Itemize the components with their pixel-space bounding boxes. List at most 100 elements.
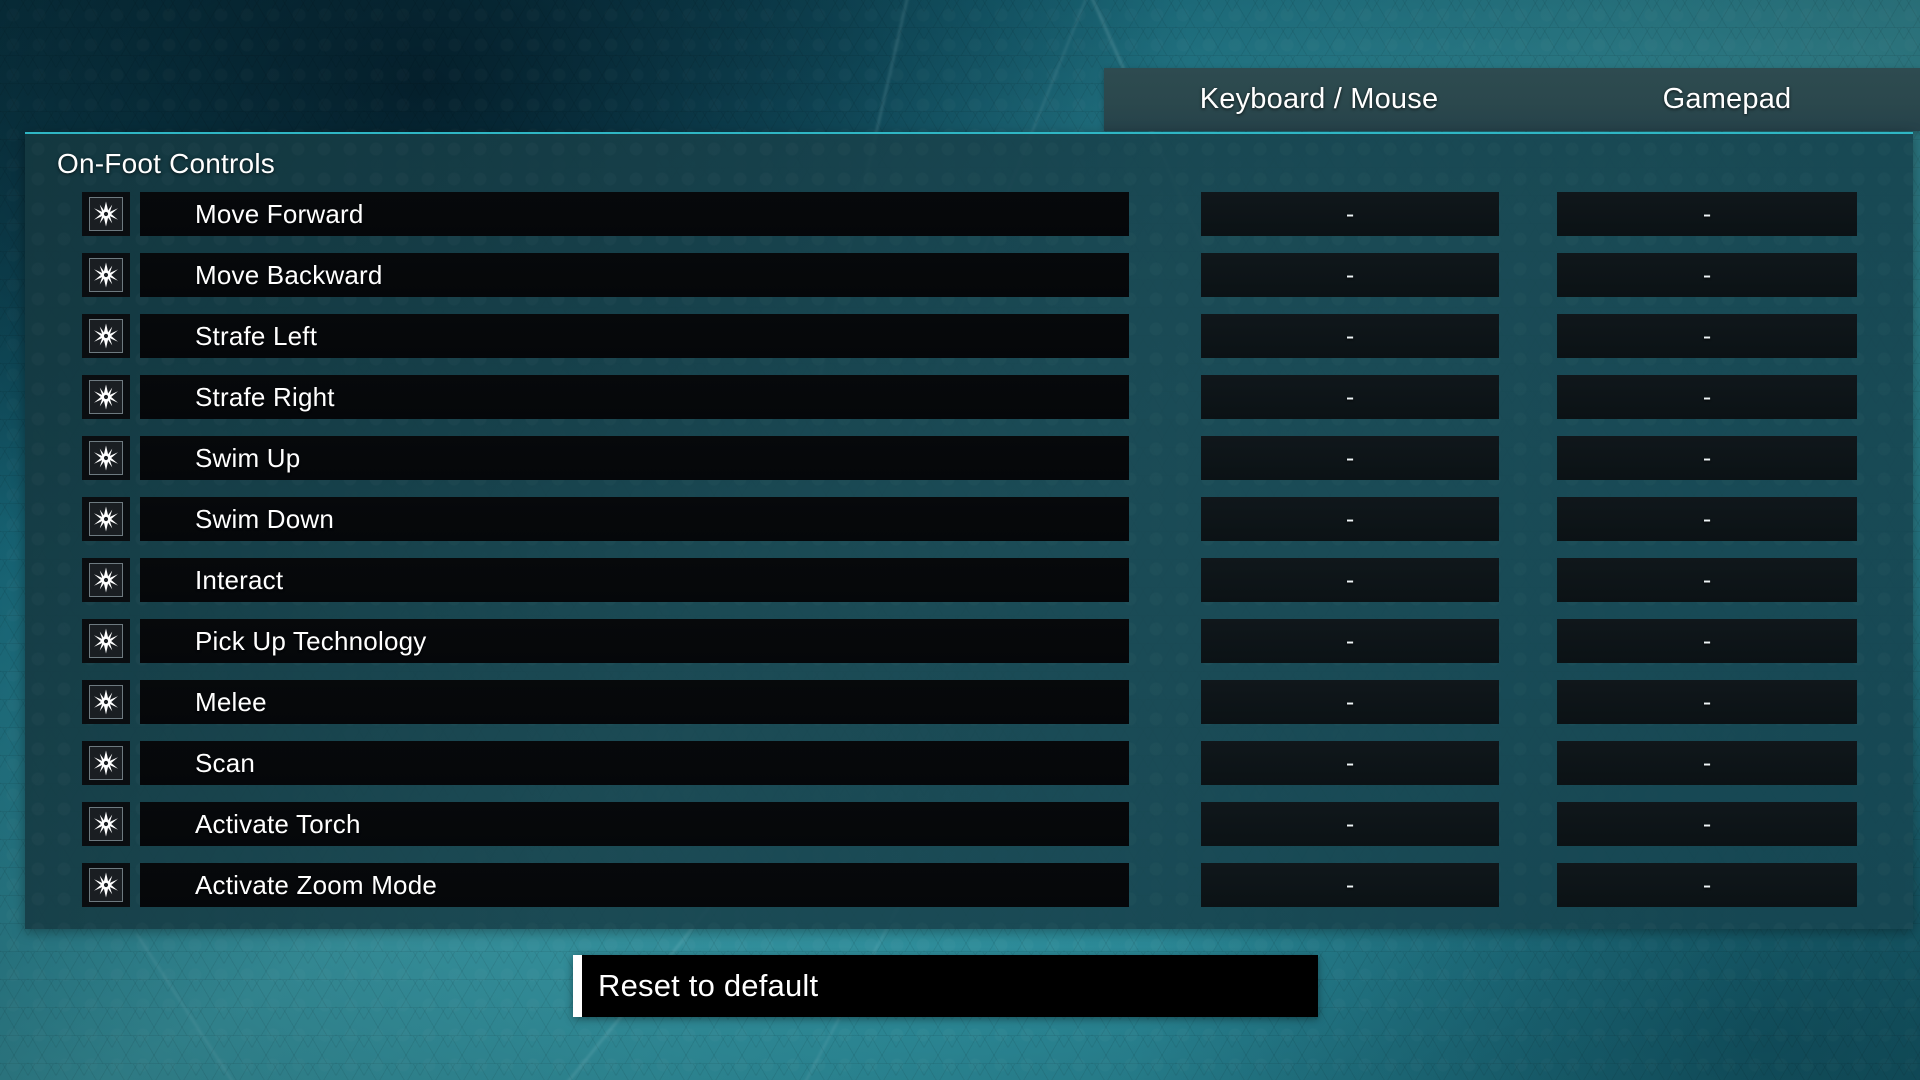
tab-keyboard-mouse[interactable]: Keyboard / Mouse [1104,68,1534,131]
table-row: Pick Up Technology - - [25,619,1913,663]
binding-value-gamepad: - [1702,870,1712,899]
action-label-cell[interactable]: Interact [140,558,1129,602]
binding-cell-gamepad[interactable]: - [1557,680,1857,724]
binding-cell-keyboard-mouse[interactable]: - [1201,741,1499,785]
binding-value-keyboard-mouse: - [1345,626,1355,655]
binding-value-gamepad: - [1702,565,1712,594]
binding-cell-gamepad[interactable]: - [1557,436,1857,480]
row-icon-button[interactable] [82,619,130,663]
table-row: Swim Down - - [25,497,1913,541]
eight-point-star-icon [89,746,123,780]
binding-value-gamepad: - [1702,687,1712,716]
binding-value-keyboard-mouse: - [1345,565,1355,594]
reset-to-default-button[interactable]: Reset to default [573,955,1318,1017]
binding-cell-keyboard-mouse[interactable]: - [1201,192,1499,236]
eight-point-star-icon [89,868,123,902]
binding-cell-keyboard-mouse[interactable]: - [1201,863,1499,907]
action-label-cell[interactable]: Pick Up Technology [140,619,1129,663]
row-icon-button[interactable] [82,436,130,480]
action-label-cell[interactable]: Swim Down [140,497,1129,541]
binding-cell-keyboard-mouse[interactable]: - [1201,436,1499,480]
controls-panel: On-Foot Controls Move Forward - - Move Back… [25,132,1913,929]
action-label: Pick Up Technology [195,625,427,656]
binding-value-keyboard-mouse: - [1345,748,1355,777]
table-row: Interact - - [25,558,1913,602]
action-label: Activate Torch [195,808,361,839]
section-title: On-Foot Controls [57,148,275,179]
binding-cell-keyboard-mouse[interactable]: - [1201,619,1499,663]
binding-cell-gamepad[interactable]: - [1557,497,1857,541]
row-icon-button[interactable] [82,253,130,297]
action-label: Strafe Left [195,320,318,351]
action-label-cell[interactable]: Activate Torch [140,802,1129,846]
binding-cell-keyboard-mouse[interactable]: - [1201,314,1499,358]
binding-cell-gamepad[interactable]: - [1557,253,1857,297]
tab-keyboard-mouse-label: Keyboard / Mouse [1199,83,1439,115]
binding-cell-gamepad[interactable]: - [1557,375,1857,419]
binding-cell-gamepad[interactable]: - [1557,802,1857,846]
table-row: Swim Up - - [25,436,1913,480]
binding-cell-gamepad[interactable]: - [1557,741,1857,785]
action-label-cell[interactable]: Swim Up [140,436,1129,480]
eight-point-star-icon [89,380,123,414]
table-row: Move Backward - - [25,253,1913,297]
action-label-cell[interactable]: Strafe Right [140,375,1129,419]
table-row: Scan - - [25,741,1913,785]
reset-to-default-label: Reset to default [598,968,819,1003]
binding-value-gamepad: - [1702,260,1712,289]
binding-value-gamepad: - [1702,382,1712,411]
action-label: Scan [195,747,256,778]
binding-cell-gamepad[interactable]: - [1557,619,1857,663]
action-label: Melee [195,686,267,717]
binding-cell-keyboard-mouse[interactable]: - [1201,558,1499,602]
binding-cell-gamepad[interactable]: - [1557,192,1857,236]
eight-point-star-icon [89,197,123,231]
eight-point-star-icon [89,624,123,658]
action-label-cell[interactable]: Melee [140,680,1129,724]
binding-cell-gamepad[interactable]: - [1557,314,1857,358]
eight-point-star-icon [89,319,123,353]
action-label: Move Forward [195,198,364,229]
binding-cell-gamepad[interactable]: - [1557,558,1857,602]
binding-value-gamepad: - [1702,443,1712,472]
row-icon-button[interactable] [82,375,130,419]
binding-value-keyboard-mouse: - [1345,382,1355,411]
eight-point-star-icon [89,258,123,292]
eight-point-star-icon [89,441,123,475]
binding-cell-keyboard-mouse[interactable]: - [1201,680,1499,724]
row-icon-button[interactable] [82,802,130,846]
binding-value-gamepad: - [1702,809,1712,838]
action-label-cell[interactable]: Activate Zoom Mode [140,863,1129,907]
tab-gamepad[interactable]: Gamepad [1534,68,1920,131]
action-label-cell[interactable]: Move Backward [140,253,1129,297]
action-label-cell[interactable]: Strafe Left [140,314,1129,358]
binding-cell-keyboard-mouse[interactable]: - [1201,802,1499,846]
row-icon-button[interactable] [82,497,130,541]
binding-value-keyboard-mouse: - [1345,687,1355,716]
binding-value-keyboard-mouse: - [1345,321,1355,350]
binding-cell-gamepad[interactable]: - [1557,863,1857,907]
row-icon-button[interactable] [82,680,130,724]
action-label: Move Backward [195,259,383,290]
row-icon-button[interactable] [82,863,130,907]
row-icon-button[interactable] [82,741,130,785]
row-icon-button[interactable] [82,314,130,358]
action-label: Activate Zoom Mode [195,869,438,900]
binding-value-gamepad: - [1702,321,1712,350]
row-icon-button[interactable] [82,192,130,236]
binding-value-keyboard-mouse: - [1345,870,1355,899]
binding-value-keyboard-mouse: - [1345,443,1355,472]
binding-cell-keyboard-mouse[interactable]: - [1201,375,1499,419]
binding-cell-keyboard-mouse[interactable]: - [1201,253,1499,297]
table-row: Strafe Right - - [25,375,1913,419]
action-label-cell[interactable]: Scan [140,741,1129,785]
binding-cell-keyboard-mouse[interactable]: - [1201,497,1499,541]
binding-value-gamepad: - [1702,626,1712,655]
table-row: Melee - - [25,680,1913,724]
action-label: Swim Up [195,442,301,473]
row-icon-button[interactable] [82,558,130,602]
eight-point-star-icon [89,502,123,536]
eight-point-star-icon [89,685,123,719]
action-label-cell[interactable]: Move Forward [140,192,1129,236]
binding-value-keyboard-mouse: - [1345,199,1355,228]
